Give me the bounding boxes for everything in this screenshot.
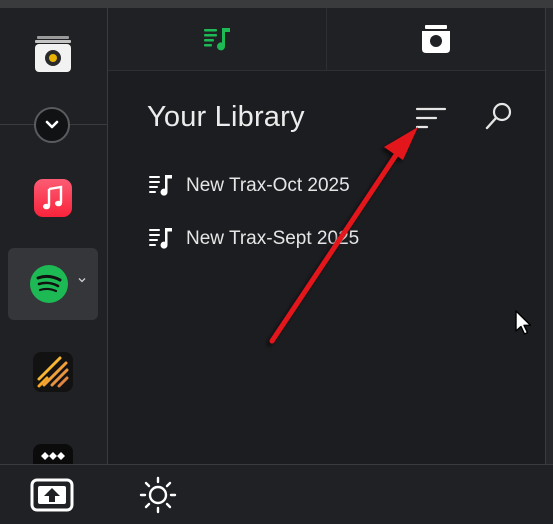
list-item[interactable]: New Trax-Sept 2025 (148, 225, 359, 253)
window-top-border (0, 0, 553, 8)
library-panel: Your Library New Trax-Oct 2025 New Trax-… (108, 8, 545, 464)
music-player-app-button[interactable] (8, 18, 98, 90)
mouse-cursor-icon (515, 310, 532, 335)
spotify-button[interactable] (8, 248, 98, 320)
list-item[interactable]: New Trax-Oct 2025 (148, 172, 350, 200)
bottom-bar (0, 464, 553, 524)
deezer-icon (33, 352, 73, 392)
playlist-label: New Trax-Sept 2025 (186, 228, 360, 249)
tab-store[interactable] (327, 8, 545, 70)
music-player-app-icon (35, 36, 71, 72)
tidal-icon (33, 444, 73, 464)
chevron-down-icon (45, 120, 59, 129)
service-sidebar (0, 8, 108, 464)
sort-button[interactable] (414, 104, 448, 134)
apple-music-icon (34, 179, 72, 217)
playlist-icon (149, 175, 172, 196)
apple-music-button[interactable] (8, 162, 98, 234)
sort-lines-icon (415, 107, 447, 129)
playlist-label: New Trax-Oct 2025 (186, 175, 350, 196)
collapse-button[interactable] (34, 107, 70, 143)
brightness-sun-icon (139, 476, 177, 514)
tab-bar (108, 8, 545, 71)
upload-window-icon (30, 478, 74, 512)
spotify-icon (30, 265, 68, 303)
tidal-button[interactable] (8, 422, 98, 464)
playlist-music-icon (204, 28, 230, 51)
shopping-bag-icon (422, 25, 450, 53)
tab-playlists[interactable] (108, 8, 327, 70)
search-button[interactable] (483, 100, 515, 132)
playlist-icon (149, 228, 172, 249)
window-right-edge (545, 8, 553, 464)
mini-player-button[interactable] (30, 477, 74, 513)
deezer-button[interactable] (8, 336, 98, 408)
theme-button[interactable] (136, 476, 180, 514)
chevron-down-icon (78, 278, 86, 283)
page-title: Your Library (147, 101, 305, 133)
search-icon (485, 102, 512, 130)
